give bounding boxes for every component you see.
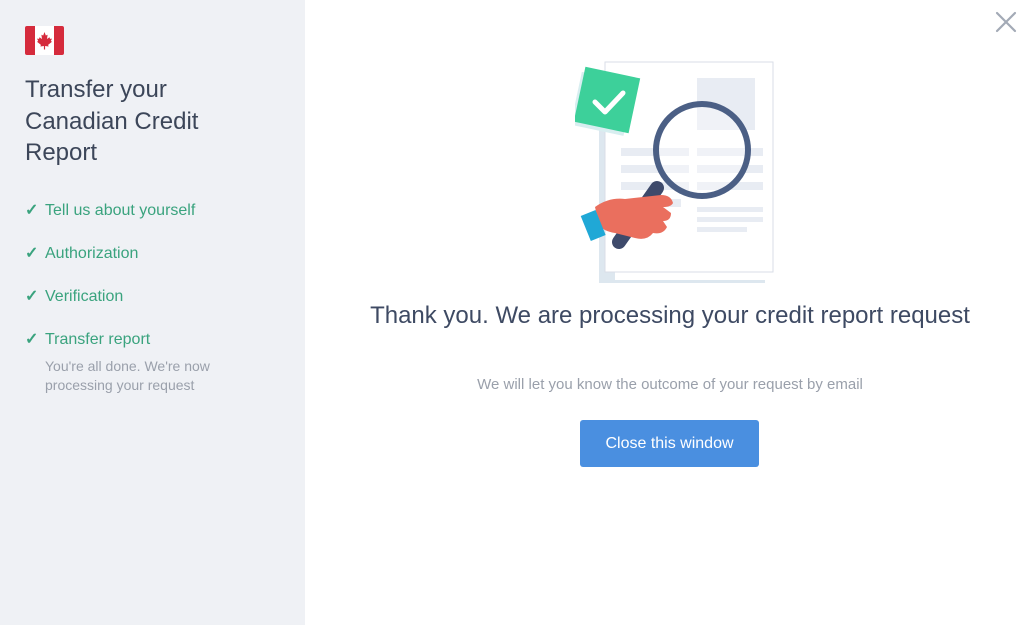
step-label: Tell us about yourself bbox=[45, 201, 196, 219]
close-icon[interactable] bbox=[994, 10, 1018, 34]
step-item: ✓ Verification bbox=[25, 287, 280, 306]
checkmark-icon: ✓ bbox=[25, 330, 39, 348]
step-label: Verification bbox=[45, 287, 124, 305]
sidebar-title: Transfer your Canadian Credit Report bbox=[25, 76, 199, 166]
step-item: ✓ Authorization bbox=[25, 244, 280, 263]
sidebar: Transfer your Canadian Credit Report ✓ T… bbox=[0, 0, 305, 625]
document-magnifier-illustration bbox=[575, 61, 774, 283]
step-label: Authorization bbox=[45, 244, 139, 262]
main-panel: Thank you. We are processing your credit… bbox=[305, 0, 1024, 625]
step-item: ✓ Transfer report You're all done. We're… bbox=[25, 330, 280, 395]
progress-steps: ✓ Tell us about yourself ✓ Authorization… bbox=[25, 201, 280, 395]
checkmark-icon: ✓ bbox=[25, 244, 39, 262]
canada-flag-icon bbox=[25, 26, 64, 55]
checkmark-icon: ✓ bbox=[25, 201, 39, 219]
confirmation-heading: Thank you. We are processing your credit… bbox=[370, 302, 970, 329]
step-description: You're all done. We're now processing yo… bbox=[45, 357, 210, 393]
step-label: Transfer report bbox=[45, 330, 151, 348]
app-window: Transfer your Canadian Credit Report ✓ T… bbox=[0, 0, 1024, 625]
close-window-button[interactable]: Close this window bbox=[580, 420, 759, 467]
confirmation-subtext: We will let you know the outcome of your… bbox=[477, 376, 863, 393]
step-item: ✓ Tell us about yourself bbox=[25, 201, 280, 220]
checkmark-icon: ✓ bbox=[25, 287, 39, 305]
